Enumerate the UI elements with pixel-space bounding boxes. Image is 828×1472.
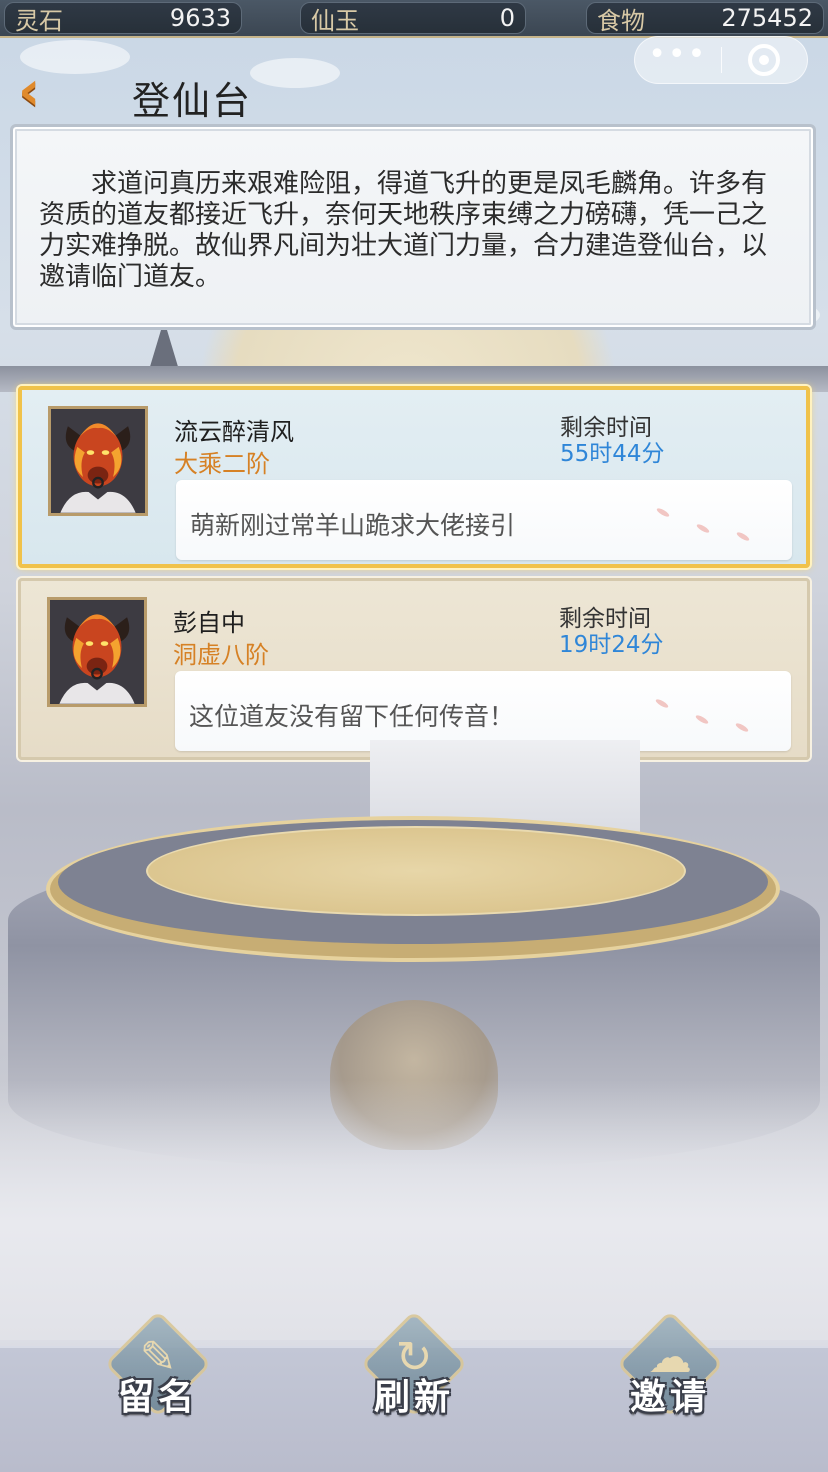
petal-decoration — [655, 506, 671, 519]
button-label: 刷新 — [373, 1376, 454, 1418]
player-rank: 洞虚八阶 — [173, 641, 269, 669]
invite-card[interactable]: 彭自中 洞虚八阶 剩余时间 19时24分 这位道友没有留下任何传音！ — [18, 578, 810, 760]
petal-decoration — [734, 721, 750, 734]
resource-value: 0 — [499, 4, 515, 32]
altar-platform — [146, 826, 686, 916]
resource-spirit-stone: 灵石 9633 — [4, 2, 242, 35]
button-label: 留名 — [117, 1376, 198, 1418]
close-button[interactable] — [722, 44, 808, 76]
resource-label: 仙玉 — [311, 6, 359, 35]
resource-immortal-jade: 仙玉 0 — [300, 2, 526, 35]
close-circle-icon — [748, 44, 781, 76]
petal-decoration — [694, 713, 710, 726]
description-text: 求道问真历来艰难险阻，得道飞升的更是凤毛麟角。许多有资质的道友都接近飞升，奈何天… — [39, 169, 768, 292]
player-name: 彭自中 — [173, 609, 245, 637]
invite-button[interactable]: ☁ 邀请 — [610, 1310, 730, 1438]
petal-decoration — [735, 530, 751, 543]
petal-decoration — [695, 522, 711, 535]
refresh-button[interactable]: ↻ 刷新 — [354, 1310, 474, 1438]
bull-demon-portrait — [51, 409, 145, 513]
avatar — [47, 597, 147, 707]
resource-label: 灵石 — [15, 6, 63, 35]
button-label: 邀请 — [629, 1376, 710, 1418]
avatar — [48, 406, 148, 516]
remaining-time-value: 19时24分 — [559, 632, 664, 658]
more-dots-icon[interactable]: ••• — [635, 40, 721, 70]
remaining-time-value: 55时44分 — [560, 441, 665, 467]
player-name: 流云醉清风 — [174, 418, 294, 446]
resource-bar: 灵石 9633 仙玉 0 食物 275452 — [0, 0, 828, 38]
cloud-decoration — [250, 58, 340, 88]
description-panel: 求道问真历来艰难险阻，得道飞升的更是凤毛麟角。许多有资质的道友都接近飞升，奈何天… — [10, 124, 816, 330]
bull-demon-portrait — [50, 600, 144, 704]
message-text: 萌新刚过常羊山跪求大佬接引 — [190, 511, 516, 540]
sign-name-button[interactable]: ✎ 留名 — [98, 1310, 218, 1438]
message-bubble: 这位道友没有留下任何传音！ — [175, 671, 791, 751]
message-text: 这位道友没有留下任何传音！ — [189, 702, 515, 731]
petal-decoration — [654, 697, 670, 710]
miniprogram-capsule: ••• — [634, 36, 808, 84]
invite-card[interactable]: 流云醉清风 大乘二阶 剩余时间 55时44分 萌新刚过常羊山跪求大佬接引 — [18, 386, 810, 568]
resource-food: 食物 275452 — [586, 2, 824, 35]
mist-overlay — [0, 1080, 828, 1340]
player-rank: 大乘二阶 — [174, 450, 270, 478]
page-title: 登仙台 — [132, 79, 253, 123]
message-bubble: 萌新刚过常羊山跪求大佬接引 — [176, 480, 792, 560]
back-arrow-icon[interactable]: ‹ — [18, 64, 66, 118]
resource-value: 275452 — [721, 4, 813, 32]
resource-value: 9633 — [169, 4, 231, 32]
resource-label: 食物 — [597, 6, 645, 35]
